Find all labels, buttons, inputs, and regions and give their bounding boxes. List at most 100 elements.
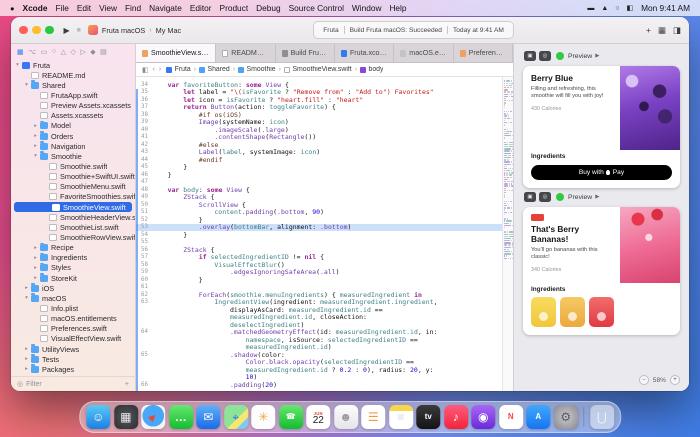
dock-finder[interactable]: ☺ — [86, 405, 110, 429]
inspector-toggle-icon[interactable]: ◨ — [673, 25, 681, 36]
breakpoint-navigator-icon[interactable]: ◆ — [90, 48, 95, 56]
tree-item-smoothie[interactable]: ▾Smoothie — [11, 151, 135, 161]
zoom-out-button[interactable]: − — [639, 375, 649, 385]
tree-item-packages[interactable]: ▸Packages — [11, 364, 135, 374]
breadcrumb-item-body[interactable]: body — [360, 66, 383, 73]
breadcrumb-item-fruta[interactable]: Fruta — [166, 66, 191, 73]
tree-item-assets-xcassets[interactable]: Assets.xcassets — [11, 111, 135, 121]
stop-button[interactable]: ■ — [77, 27, 81, 34]
library-icon[interactable]: ▦ — [658, 25, 666, 36]
preview-device-icon[interactable]: ▣ — [524, 51, 536, 61]
tree-item-smoothieheaderview-swift[interactable]: SmoothieHeaderView.swift — [11, 212, 135, 222]
dock-trash[interactable]: ⋃ — [590, 405, 614, 429]
disclosure-icon[interactable]: ▸ — [32, 123, 39, 129]
dock-messages[interactable]: … — [169, 405, 193, 429]
run-button[interactable]: ▶ — [64, 26, 70, 35]
tab-preferences-swift[interactable]: Preferences.swift — [454, 44, 513, 62]
preview-card-berry-blue[interactable]: Berry Blue Filling and refreshing, this … — [523, 66, 680, 188]
filter-input[interactable]: Filter — [26, 381, 122, 388]
dock-launchpad[interactable]: ▦ — [114, 405, 138, 429]
dock-reminders[interactable]: ☰ — [361, 405, 385, 429]
tab-fruta-xcodeproj[interactable]: Fruta.xcodeproj — [335, 44, 394, 62]
breadcrumb-item-smoothieview-swift[interactable]: SmoothieView.swift — [284, 66, 352, 73]
control-center-icon[interactable]: ◧ — [626, 4, 633, 12]
tree-item-orders[interactable]: ▸Orders — [11, 131, 135, 141]
menu-view[interactable]: View — [99, 3, 117, 13]
papaya-chip[interactable] — [560, 297, 585, 327]
dock-music[interactable]: ♪ — [444, 405, 468, 429]
tree-item-smoothie-swiftui-swift[interactable]: Smoothie+SwiftUI.swift — [11, 172, 135, 182]
menu-help[interactable]: Help — [389, 3, 406, 13]
preview-play-icon[interactable]: ▶ — [595, 53, 599, 59]
dock-facetime[interactable]: ☎ — [279, 405, 303, 429]
tree-item-macos-entitlements[interactable]: macOS.entitlements — [11, 314, 135, 324]
dock-system-preferences[interactable]: ⚙ — [554, 405, 578, 429]
preview-card-berry-bananas[interactable]: That's Berry Bananas! You'll go bananas … — [523, 207, 680, 335]
scheme-selector[interactable]: Fruta macOS › My Mac — [88, 25, 181, 35]
bookmark-navigator-icon[interactable]: ▭ — [41, 48, 48, 56]
tree-item-ios[interactable]: ▸iOS — [11, 283, 135, 293]
preview-device-icon[interactable]: ▣ — [524, 192, 536, 202]
live-preview-button[interactable] — [556, 193, 564, 201]
tab-readme-md[interactable]: README.md — [216, 44, 275, 62]
tree-item-fruta[interactable]: ▾Fruta — [11, 60, 135, 70]
code-line[interactable]: 44#endif — [136, 156, 502, 164]
forward-icon[interactable]: › — [159, 66, 161, 74]
tree-item-smoothierowview-swift[interactable]: SmoothieRowView.swift — [11, 232, 135, 242]
tree-item-tests[interactable]: ▸Tests — [11, 354, 135, 364]
dock-calendar[interactable]: JUN22 — [306, 405, 330, 429]
tree-item-favoritesmoothies-swift[interactable]: FavoriteSmoothies.swift — [11, 192, 135, 202]
preview-play-icon[interactable]: ▶ — [595, 194, 599, 200]
code-line[interactable]: 60} — [136, 276, 502, 284]
preview-variants-icon[interactable]: ◎ — [539, 51, 551, 61]
tree-item-recipe[interactable]: ▸Recipe — [11, 243, 135, 253]
menu-file[interactable]: File — [55, 3, 68, 13]
project-navigator-icon[interactable]: ▦ — [17, 48, 24, 56]
menu-edit[interactable]: Edit — [77, 3, 91, 13]
tree-item-preferences-swift[interactable]: Preferences.swift — [11, 324, 135, 334]
disclosure-icon[interactable]: ▾ — [23, 295, 30, 301]
tree-item-smoothieview-swift[interactable]: SmoothieView.swift — [14, 202, 132, 212]
disclosure-icon[interactable]: ▸ — [32, 275, 39, 281]
disclosure-icon[interactable]: ▸ — [32, 265, 39, 271]
tree-item-readme-md[interactable]: README.md — [11, 70, 135, 80]
disclosure-icon[interactable]: ▸ — [23, 366, 30, 372]
zoom-button[interactable] — [45, 26, 54, 35]
disclosure-icon[interactable]: ▸ — [32, 143, 39, 149]
tree-item-macos[interactable]: ▾macOS — [11, 293, 135, 303]
banana-chip[interactable] — [531, 297, 556, 327]
tab-macos-entitlements[interactable]: macOS.entitlements — [394, 44, 453, 62]
run-destination[interactable]: My Mac — [156, 26, 182, 35]
live-preview-button[interactable] — [556, 52, 564, 60]
report-navigator-icon[interactable]: ▤ — [100, 48, 107, 56]
preview-variants-icon[interactable]: ◎ — [539, 192, 551, 202]
close-button[interactable] — [19, 26, 28, 35]
menu-product[interactable]: Product — [220, 3, 249, 13]
issue-navigator-icon[interactable]: △ — [61, 48, 66, 56]
tree-item-smoothielist-swift[interactable]: SmoothieList.swift — [11, 222, 135, 232]
filter-bar[interactable]: ◎ Filter + — [11, 376, 135, 391]
tab-build-fruta-macos-log[interactable]: Build Fruta macOS - Log — [276, 44, 335, 62]
disclosure-icon[interactable]: ▸ — [23, 346, 30, 352]
apple-pay-button[interactable]: Buy with Pay — [531, 165, 672, 180]
disclosure-icon[interactable]: ▾ — [14, 62, 21, 68]
code-line[interactable]: 66.padding(20) — [136, 381, 502, 389]
disclosure-icon[interactable]: ▾ — [23, 82, 30, 88]
minimap[interactable] — [502, 77, 513, 391]
tree-item-storekit[interactable]: ▸StoreKit — [11, 273, 135, 283]
test-navigator-icon[interactable]: ◇ — [70, 48, 75, 56]
dock-notes[interactable]: ≡ — [389, 405, 413, 429]
dock-mail[interactable]: ✉ — [196, 405, 220, 429]
menu-navigate[interactable]: Navigate — [149, 3, 182, 13]
tree-item-model[interactable]: ▸Model — [11, 121, 135, 131]
code-line[interactable]: 45} — [136, 164, 502, 172]
menu-find[interactable]: Find — [125, 3, 141, 13]
disclosure-icon[interactable]: ▸ — [32, 245, 39, 251]
disclosure-icon[interactable]: ▾ — [32, 153, 39, 159]
zoom-in-button[interactable]: + — [670, 375, 680, 385]
minimize-button[interactable] — [32, 26, 41, 35]
tree-item-smoothiemenu-swift[interactable]: SmoothieMenu.swift — [11, 182, 135, 192]
source-control-navigator-icon[interactable]: ⌥ — [28, 48, 36, 56]
dock-contacts[interactable]: ☻ — [334, 405, 358, 429]
menu-clock[interactable]: Mon 9:41 AM — [641, 3, 690, 13]
